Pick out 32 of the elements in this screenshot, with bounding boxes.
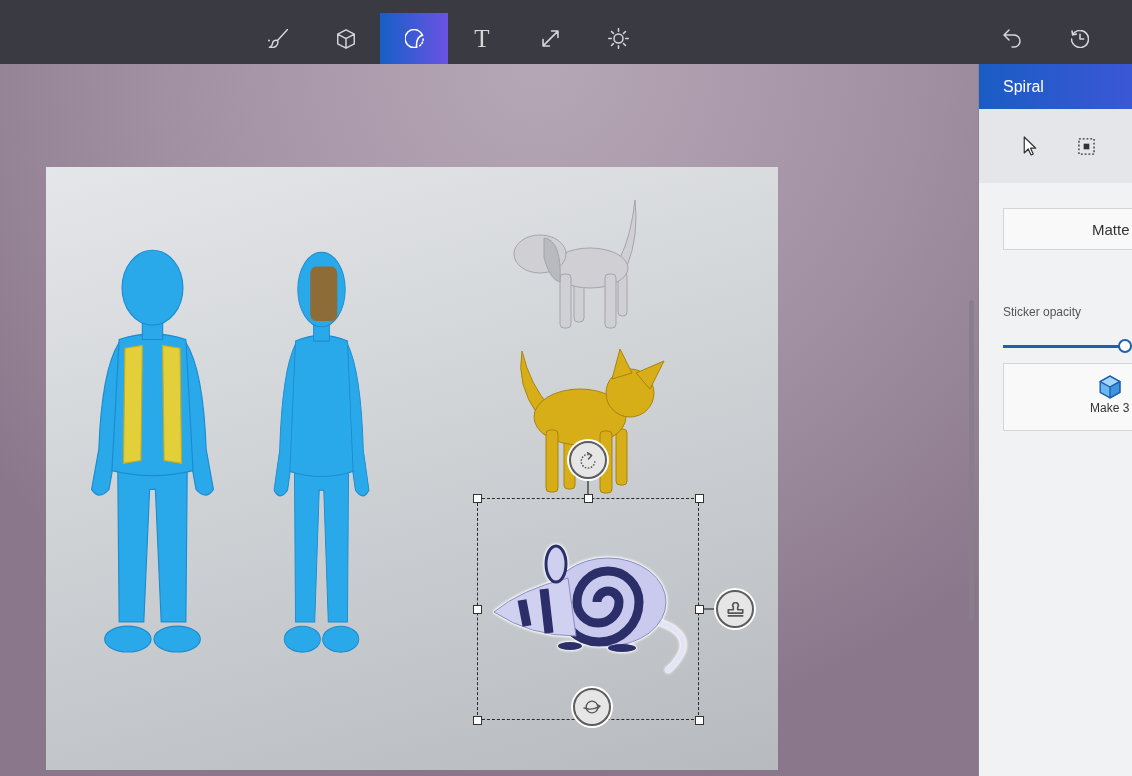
tool-tab[interactable]: T <box>448 13 516 64</box>
rotate-button[interactable] <box>569 441 607 479</box>
brush-icon <box>268 28 288 49</box>
pointer-icon <box>1023 136 1037 156</box>
slider-thumb[interactable] <box>1118 339 1132 353</box>
resize-handle[interactable] <box>472 604 482 614</box>
panel-title: Spiral <box>979 64 1132 109</box>
opacity-label: Sticker opacity <box>1003 304 1083 320</box>
resize-handle[interactable] <box>472 715 482 725</box>
resize-handle[interactable] <box>694 493 704 503</box>
cube-icon <box>337 28 355 49</box>
sticker-icon <box>404 29 424 48</box>
handle-connector <box>587 479 589 494</box>
history-icon <box>1071 29 1089 48</box>
rotate-icon <box>580 451 596 469</box>
orbit-button[interactable] <box>573 688 611 726</box>
tool-tab[interactable] <box>380 13 448 64</box>
undo-icon <box>1003 29 1021 48</box>
stamp-button[interactable] <box>716 590 754 628</box>
finish-button[interactable]: Matte <box>1003 208 1132 250</box>
orbit-icon <box>583 700 601 714</box>
cube-icon <box>1098 375 1121 399</box>
resize-handle[interactable] <box>583 493 593 503</box>
handle-connector <box>703 608 716 610</box>
resize-handle[interactable] <box>694 604 704 614</box>
resize-handle[interactable] <box>694 715 704 725</box>
stamp-icon <box>726 601 744 617</box>
resize-icon <box>541 30 559 47</box>
sun-icon <box>607 28 629 49</box>
select-box-icon <box>1077 137 1095 155</box>
resize-handle[interactable] <box>472 493 482 503</box>
make-3d-button[interactable]: Make 3 <box>1003 363 1132 431</box>
